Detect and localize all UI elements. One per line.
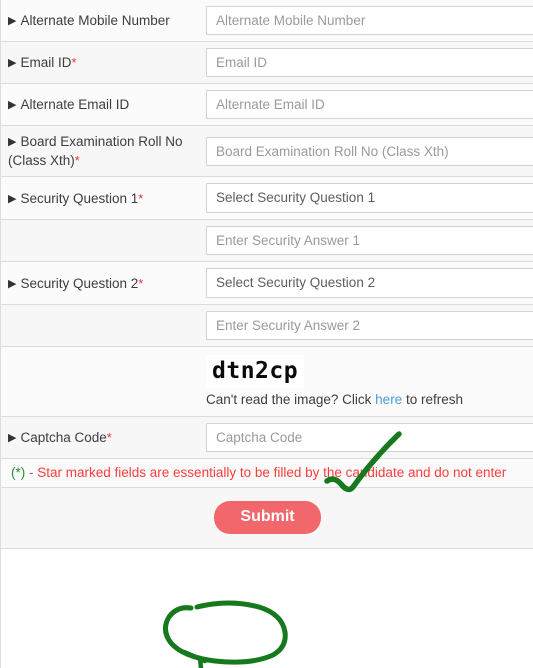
required-note: (*) - Star marked fields are essentially… xyxy=(11,464,533,482)
bullet-triangle-icon: ▶ xyxy=(8,136,17,148)
field-cell-email-id: Email ID xyxy=(201,42,533,84)
bullet-triangle-icon: ▶ xyxy=(8,432,17,444)
label-text-email-id: Email ID xyxy=(20,55,72,70)
required-asterisk: * xyxy=(138,190,144,206)
label-cell-email-id: ▶ Email ID* xyxy=(1,42,201,84)
field-label: ▶ Alternate Email ID xyxy=(8,95,193,114)
security-answer-2-input[interactable]: Enter Security Answer 2 xyxy=(206,311,533,340)
bullet-triangle-icon: ▶ xyxy=(8,277,17,290)
captcha-code-input[interactable]: Captcha Code xyxy=(206,423,533,452)
form-row-security-question-2: ▶ Security Question 2* Select Security Qu… xyxy=(1,261,533,305)
field-cell-board-examination-roll-no: Board Examination Roll No (Class Xth) xyxy=(201,126,533,177)
required-note-cell: (*) - Star marked fields are essentially… xyxy=(1,459,533,488)
board-examination-roll-no-input[interactable]: Board Examination Roll No (Class Xth) xyxy=(206,136,533,166)
label-text-captcha-code: Captcha Code xyxy=(20,430,107,445)
required-asterisk: * xyxy=(106,430,112,445)
label-cell-security-question-2: ▶ Security Question 2* xyxy=(1,262,201,305)
note-dash: - xyxy=(25,465,38,480)
captcha-refresh-hint: Can't read the image? Click here to refr… xyxy=(206,390,533,410)
form-rows: ▶ Alternate Mobile Number Alternate Mobil… xyxy=(1,0,533,549)
field-cell-security-answer-2: Enter Security Answer 2 xyxy=(201,305,533,347)
form-row-captcha-image: dtn2cp Can't read the image? Click here … xyxy=(1,346,533,417)
field-cell-security-question-2: Select Security Question 2 xyxy=(201,262,533,305)
captcha-image: dtn2cp xyxy=(206,355,305,388)
required-asterisk: * xyxy=(71,55,77,70)
bullet-triangle-icon: ▶ xyxy=(8,192,17,205)
label-text-security-question-2: Security Question 2 xyxy=(20,275,139,291)
label-cell-security-question-1: ▶ Security Question 1* xyxy=(1,177,201,220)
captcha-hint-suffix: to refresh xyxy=(402,392,463,407)
alternate-mobile-number-input[interactable]: Alternate Mobile Number xyxy=(206,6,533,35)
field-label: ▶ Captcha Code* xyxy=(8,428,193,447)
email-id-input[interactable]: Email ID xyxy=(206,48,533,77)
field-label: ▶ Security Question 2* xyxy=(8,274,193,293)
security-question-1-select[interactable]: Select Security Question 1 xyxy=(206,183,533,213)
label-cell-captcha-code: ▶ Captcha Code* xyxy=(1,417,201,459)
label-text-security-question-1: Security Question 1 xyxy=(20,190,139,206)
note-body: Star marked fields are essentially to be… xyxy=(37,465,507,480)
form-row-security-answer-2: Enter Security Answer 2 xyxy=(1,304,533,347)
bullet-triangle-icon: ▶ xyxy=(8,15,17,27)
field-cell-security-answer-1: Enter Security Answer 1 xyxy=(201,220,533,262)
submit-cell: Submit xyxy=(1,488,533,549)
field-cell-alternate-mobile-number: Alternate Mobile Number xyxy=(201,0,533,42)
registration-form-table: ▶ Alternate Mobile Number Alternate Mobil… xyxy=(1,0,533,549)
note-star: (*) xyxy=(11,465,26,480)
form-row-alternate-mobile-number: ▶ Alternate Mobile Number Alternate Mobil… xyxy=(1,0,533,42)
captcha-hint-prefix: Can't read the image? Click xyxy=(206,392,376,407)
submit-button[interactable]: Submit xyxy=(214,501,321,534)
field-label: ▶ Alternate Mobile Number xyxy=(8,11,193,30)
form-row-board-examination-roll-no: ▶ Board Examination Roll No (Class Xth)* … xyxy=(1,125,533,177)
field-label: ▶ Email ID* xyxy=(8,53,193,72)
green-arrow-tail-annotation xyxy=(181,649,208,668)
field-cell-captcha-code: Captcha Code xyxy=(201,417,533,459)
field-label: ▶ Security Question 1* xyxy=(8,189,193,208)
field-cell-security-question-1: Select Security Question 1 xyxy=(201,177,533,220)
field-label: ▶ Board Examination Roll No (Class Xth)* xyxy=(8,132,193,170)
label-cell-security-answer-2 xyxy=(1,305,201,347)
label-text-alternate-email-id: Alternate Email ID xyxy=(20,97,130,112)
submit-holder: Submit xyxy=(1,501,533,534)
security-answer-1-input[interactable]: Enter Security Answer 1 xyxy=(206,226,533,255)
captcha-wrapper: dtn2cp Can't read the image? Click here … xyxy=(206,355,533,410)
alternate-email-id-input[interactable]: Alternate Email ID xyxy=(206,90,533,119)
required-asterisk: * xyxy=(138,275,144,291)
security-question-2-select[interactable]: Select Security Question 2 xyxy=(206,268,533,298)
label-cell-security-answer-1 xyxy=(1,220,201,262)
label-cell-alternate-mobile-number: ▶ Alternate Mobile Number xyxy=(1,0,201,42)
form-row-security-question-1: ▶ Security Question 1* Select Security Qu… xyxy=(1,176,533,220)
required-asterisk: * xyxy=(74,153,80,168)
green-circle-annotation xyxy=(163,600,288,665)
form-row-alternate-email-id: ▶ Alternate Email ID Alternate Email ID xyxy=(1,83,533,126)
label-cell-alternate-email-id: ▶ Alternate Email ID xyxy=(1,84,201,126)
registration-form-page: ▶ Alternate Mobile Number Alternate Mobil… xyxy=(0,0,533,668)
label-text-alternate-mobile-number: Alternate Mobile Number xyxy=(20,13,170,28)
label-cell-board-examination-roll-no: ▶ Board Examination Roll No (Class Xth)* xyxy=(1,126,201,177)
label-text-board-examination-roll-no: Board Examination Roll No (Class Xth) xyxy=(8,134,183,168)
form-row-submit: Submit xyxy=(1,487,533,549)
label-cell-captcha-image xyxy=(1,347,201,417)
form-row-security-answer-1: Enter Security Answer 1 xyxy=(1,219,533,262)
captcha-refresh-link[interactable]: here xyxy=(375,392,402,407)
form-row-email-id: ▶ Email ID* Email ID xyxy=(1,41,533,84)
form-row-captcha-code: ▶ Captcha Code* Captcha Code xyxy=(1,416,533,459)
field-cell-captcha-image: dtn2cp Can't read the image? Click here … xyxy=(201,347,533,417)
bullet-triangle-icon: ▶ xyxy=(8,99,17,111)
field-cell-alternate-email-id: Alternate Email ID xyxy=(201,84,533,126)
bullet-triangle-icon: ▶ xyxy=(8,57,17,69)
form-row-required-note: (*) - Star marked fields are essentially… xyxy=(1,458,533,488)
